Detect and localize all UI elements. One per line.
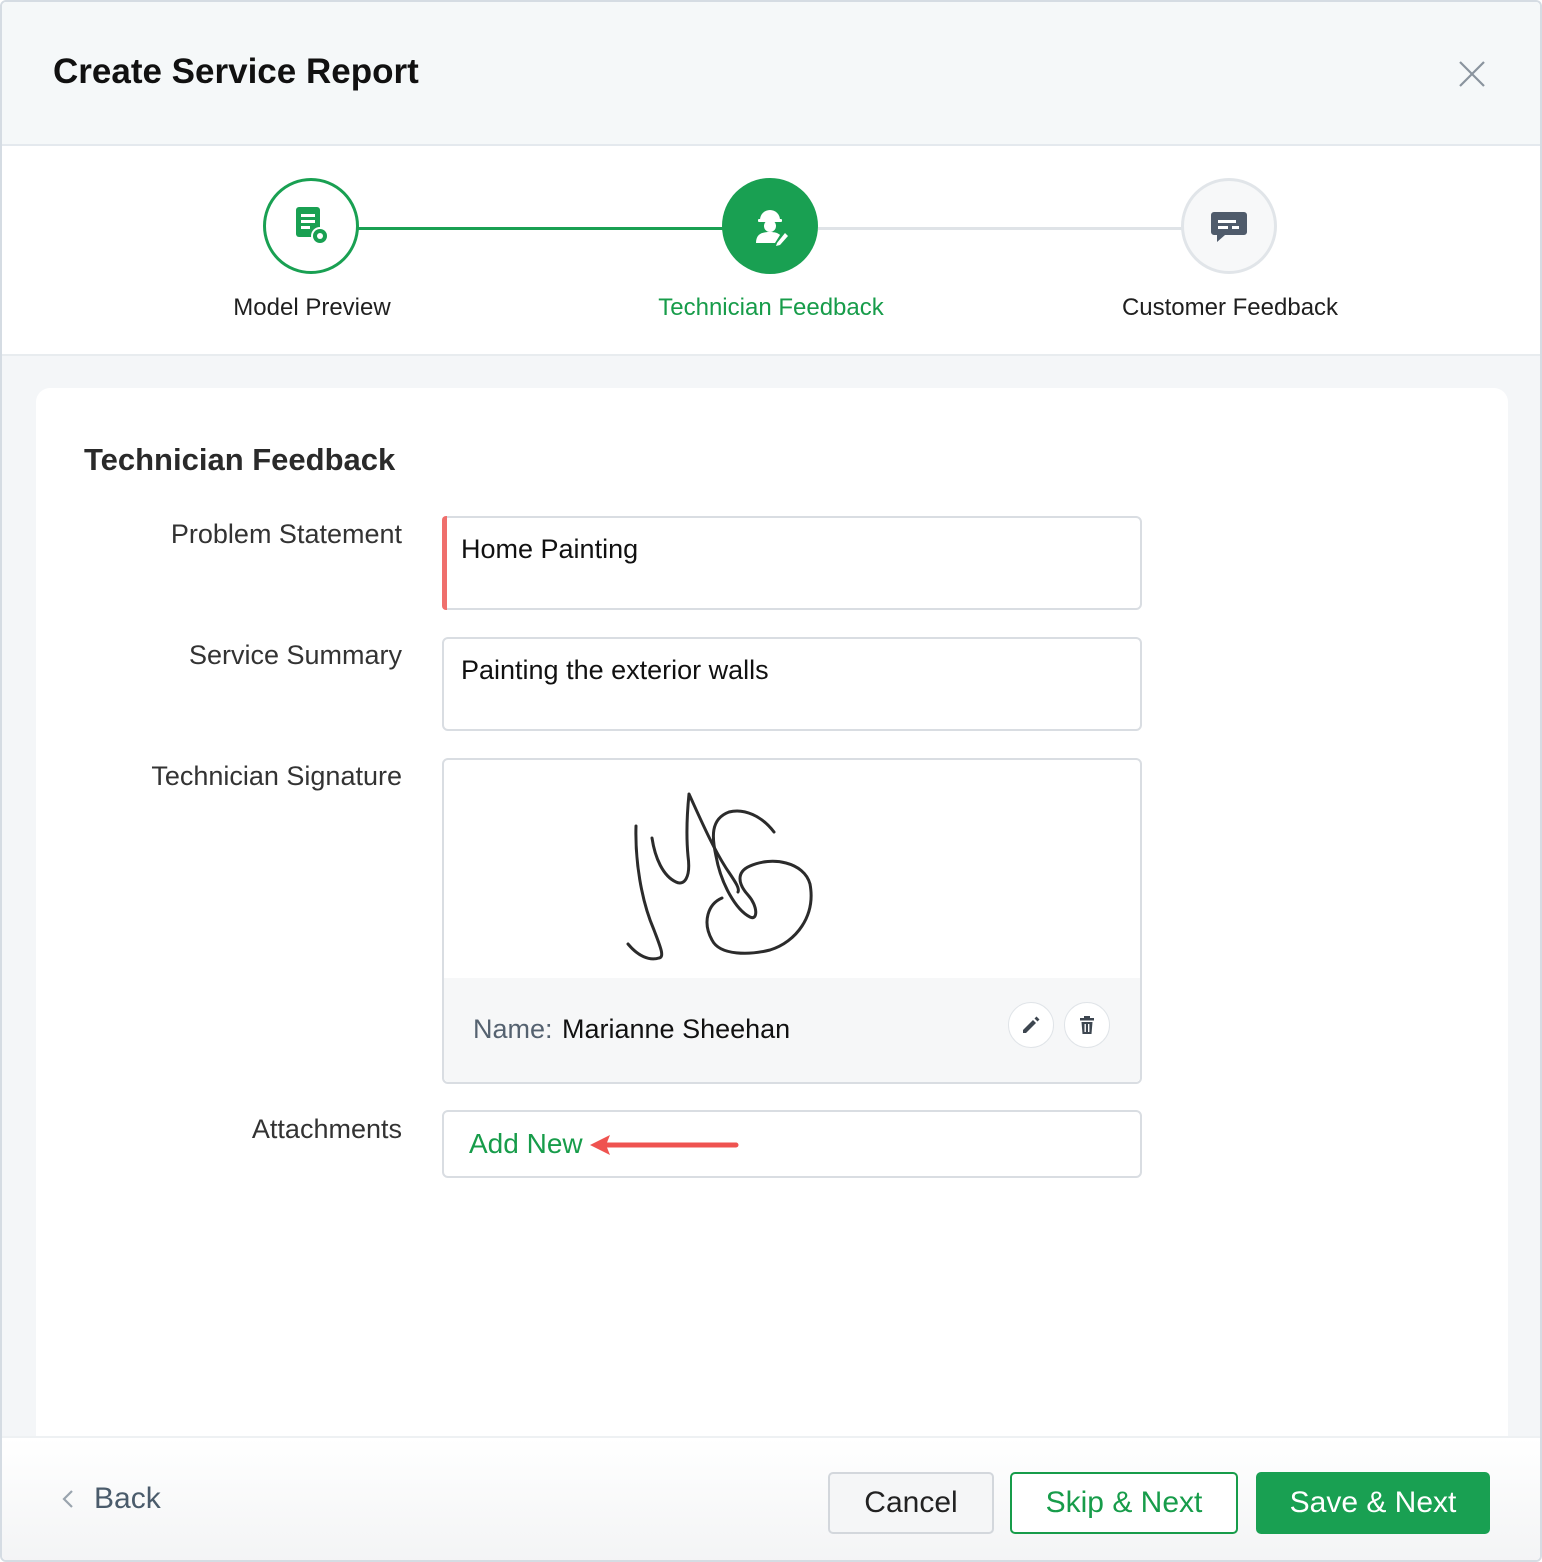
section-title: Technician Feedback bbox=[84, 442, 396, 477]
step-label-customer-feedback: Customer Feedback bbox=[1121, 294, 1339, 321]
step-connector-pending bbox=[818, 227, 1184, 230]
signature-name-label: Name: bbox=[473, 1014, 553, 1044]
attachments-field: Add New bbox=[442, 1110, 1142, 1178]
service-summary-value: Painting the exterior walls bbox=[461, 655, 769, 685]
technician-icon bbox=[756, 210, 788, 246]
chevron-left-icon bbox=[62, 1490, 73, 1508]
progress-stepper: Model Preview Technician Feedback Custom… bbox=[2, 146, 1540, 356]
technician-signature-label: Technician Signature bbox=[151, 761, 402, 791]
save-and-next-button[interactable]: Save & Next bbox=[1256, 1472, 1490, 1534]
service-summary-label: Service Summary bbox=[188, 640, 402, 670]
step-customer-feedback[interactable] bbox=[1181, 178, 1277, 274]
document-settings-icon bbox=[296, 207, 329, 245]
step-technician-feedback[interactable] bbox=[722, 178, 818, 274]
step-connector-completed bbox=[358, 227, 724, 230]
cancel-button[interactable]: Cancel bbox=[828, 1472, 994, 1534]
close-button[interactable] bbox=[1454, 56, 1490, 92]
annotation-arrow-icon bbox=[590, 1135, 739, 1155]
step-model-preview[interactable] bbox=[263, 178, 359, 274]
required-indicator bbox=[442, 516, 447, 610]
chat-bubble-icon bbox=[1211, 212, 1247, 242]
problem-statement-field[interactable]: Home Painting bbox=[442, 516, 1142, 610]
problem-statement-value: Home Painting bbox=[461, 534, 639, 564]
back-label: Back bbox=[94, 1482, 161, 1515]
service-summary-field[interactable]: Painting the exterior walls bbox=[442, 637, 1142, 731]
dialog-title: Create Service Report bbox=[53, 52, 419, 91]
service-report-dialog: Create Service Report Model Preview Tech… bbox=[0, 0, 1542, 1562]
content-area: Technician Feedback Problem Statement Ho… bbox=[2, 356, 1540, 1438]
problem-statement-label: Problem Statement bbox=[170, 519, 402, 549]
pencil-icon bbox=[1023, 1016, 1040, 1033]
dialog-footer: Back Cancel Skip & Next Save & Next bbox=[2, 1436, 1540, 1560]
trash-icon bbox=[1080, 1016, 1094, 1034]
technician-signature-field: Name: Marianne Sheehan bbox=[442, 758, 1142, 1084]
add-new-attachment-link[interactable]: Add New bbox=[469, 1128, 583, 1160]
form-card: Technician Feedback Problem Statement Ho… bbox=[36, 388, 1508, 1438]
step-label-technician-feedback: Technician Feedback bbox=[658, 294, 884, 321]
signature-image bbox=[626, 792, 813, 961]
dialog-header: Create Service Report bbox=[2, 2, 1540, 146]
back-button[interactable]: Back bbox=[60, 1482, 161, 1516]
step-label-model-preview: Model Preview bbox=[233, 294, 391, 321]
attachments-label: Attachments bbox=[251, 1114, 402, 1144]
close-icon bbox=[1459, 61, 1485, 87]
skip-and-next-button[interactable]: Skip & Next bbox=[1010, 1472, 1238, 1534]
delete-signature-button[interactable] bbox=[1064, 1002, 1110, 1048]
edit-signature-button[interactable] bbox=[1008, 1002, 1054, 1048]
signature-footer: Name: Marianne Sheehan bbox=[444, 978, 1140, 1082]
signature-name-value: Marianne Sheehan bbox=[562, 1014, 791, 1044]
